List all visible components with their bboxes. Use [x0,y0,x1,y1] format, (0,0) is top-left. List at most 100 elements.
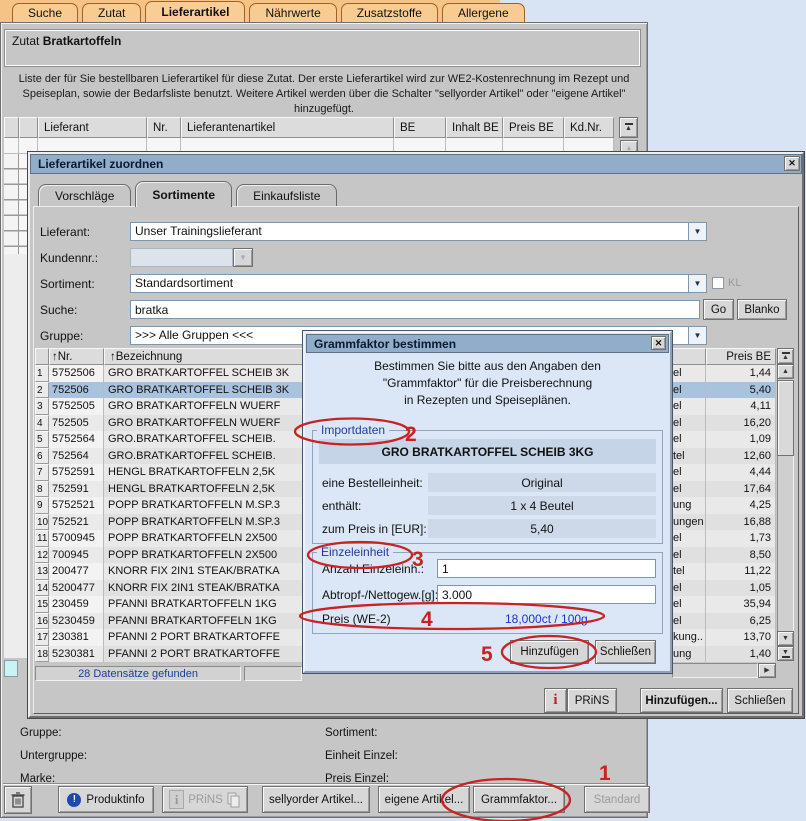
scroll-right-icon[interactable]: ▶ [758,663,776,678]
cell-nr[interactable]: 752564 [49,448,104,465]
scroll-to-top-icon[interactable]: ▲ [777,348,794,364]
cell-nr[interactable]: 752591 [49,481,104,498]
row-number[interactable]: 15 [35,596,49,613]
eigene-artikel-button[interactable]: eigene Artikel... [378,786,470,813]
cell-preis-be[interactable]: 6,25 [706,613,776,630]
row-number[interactable]: 9 [35,497,49,514]
row-number[interactable]: 1 [35,365,49,382]
main-tab[interactable]: Zusatzstoffe [341,3,438,22]
col-kdnr[interactable]: Kd.Nr. [564,117,614,138]
main-tab[interactable]: Zutat [82,3,141,22]
produktinfo-button[interactable]: ! Produktinfo [58,786,154,813]
cell-preis-be[interactable]: 4,44 [706,464,776,481]
kl-checkbox[interactable] [712,277,724,289]
cell-preis-be[interactable]: 1,40 [706,646,776,663]
highlight-cell[interactable] [4,660,18,677]
row-number[interactable]: 4 [35,415,49,432]
row-number[interactable]: 5 [35,431,49,448]
col-lieferantenartikel[interactable]: Lieferantenartikel [181,117,394,138]
assign-tab[interactable]: Sortimente [135,181,232,207]
lieferant-combo[interactable]: Unser Trainingslieferant ▼ [130,222,707,241]
cell-nr[interactable]: 5700945 [49,530,104,547]
cell-nr[interactable]: 5752564 [49,431,104,448]
grammfaktor-button[interactable]: Grammfaktor... [473,786,565,813]
scrollbar-thumb[interactable] [777,380,794,456]
cell-preis-be[interactable]: 5,40 [706,382,776,399]
gewicht-input[interactable] [437,585,656,604]
cell-nr[interactable]: 700945 [49,547,104,564]
cell-nr[interactable]: 5230459 [49,613,104,630]
anzahl-input[interactable] [437,559,656,578]
row-number[interactable]: 13 [35,563,49,580]
scroll-down-icon[interactable]: ▼ [777,631,794,646]
prins-info-button[interactable]: i [544,688,567,713]
cell-preis-be[interactable]: 8,50 [706,547,776,564]
cell-preis-be[interactable]: 35,94 [706,596,776,613]
cell-nr[interactable]: 5752505 [49,398,104,415]
gram-close-icon[interactable]: ✕ [651,336,666,350]
main-tab[interactable]: Allergene [442,3,525,22]
header-preis-be[interactable]: Preis BE [706,348,776,365]
cell-nr[interactable]: 752521 [49,514,104,531]
suche-input[interactable] [130,300,700,319]
row-number[interactable]: 16 [35,613,49,630]
row-number[interactable]: 18 [35,646,49,663]
cell-preis-be[interactable]: 1,44 [706,365,776,382]
cell-preis-be[interactable]: 13,70 [706,629,776,646]
cell-preis-be[interactable]: 12,60 [706,448,776,465]
row-number[interactable]: 12 [35,547,49,564]
scroll-to-end-icon[interactable]: ▼ [777,646,794,661]
blanko-button[interactable]: Blanko [737,299,787,320]
kundennr-drop-icon[interactable]: ▼ [233,248,253,267]
cell-nr[interactable]: 752506 [49,382,104,399]
gram-hinzufuegen-button[interactable]: Hinzufügen [510,640,589,664]
prins-button[interactable]: PRiNS [567,688,617,713]
prins-button-main[interactable]: i PRiNS [162,786,248,813]
gram-dialog-titlebar[interactable]: Grammfaktor bestimmen [306,334,669,353]
cell-nr[interactable]: 5752591 [49,464,104,481]
cell-preis-be[interactable]: 16,20 [706,415,776,432]
col-be[interactable]: BE [394,117,446,138]
assign-close-icon[interactable]: ✕ [784,156,800,171]
row-number[interactable]: 11 [35,530,49,547]
cell-preis-be[interactable]: 11,22 [706,563,776,580]
cell-preis-be[interactable]: 1,05 [706,580,776,597]
col-preis-be[interactable]: Preis BE [503,117,564,138]
row-number[interactable]: 14 [35,580,49,597]
go-button[interactable]: Go [703,299,734,320]
kundennr-combo[interactable] [130,248,233,267]
gram-schliessen-button[interactable]: Schließen [595,640,656,664]
delete-button[interactable] [4,786,32,814]
assign-dialog-titlebar[interactable]: Lieferartikel zuordnen [30,154,802,174]
schliessen-dialog-button[interactable]: Schließen [727,688,793,713]
assign-tab[interactable]: Vorschläge [38,184,131,207]
cell-preis-be[interactable]: 16,88 [706,514,776,531]
cell-preis-be[interactable]: 4,25 [706,497,776,514]
scroll-to-top-icon[interactable]: ▲ [619,117,638,138]
cell-preis-be[interactable]: 1,73 [706,530,776,547]
row-number[interactable]: 2 [35,382,49,399]
scroll-up-icon[interactable]: ▲ [777,364,794,379]
cell-preis-be[interactable]: 4,11 [706,398,776,415]
cell-nr[interactable]: 200477 [49,563,104,580]
col-nr[interactable]: Nr. [147,117,181,138]
chevron-down-icon[interactable]: ▼ [688,327,706,344]
sortiment-combo[interactable]: Standardsortiment ▼ [130,274,707,293]
assign-tab[interactable]: Einkaufsliste [236,184,337,207]
hinzufuegen-dialog-button[interactable]: Hinzufügen... [640,688,723,713]
chevron-down-icon[interactable]: ▼ [688,275,706,292]
main-tab[interactable]: Nährwerte [249,3,336,22]
main-tab[interactable]: Lieferartikel [145,1,245,22]
cell-nr[interactable]: 5752521 [49,497,104,514]
cell-preis-be[interactable]: 1,09 [706,431,776,448]
row-number[interactable]: 17 [35,629,49,646]
col-inhalt-be[interactable]: Inhalt BE [446,117,503,138]
cell-nr[interactable]: 5752506 [49,365,104,382]
cell-nr[interactable]: 5230381 [49,646,104,663]
header-nr[interactable]: ↑Nr. [49,348,104,365]
cell-nr[interactable]: 230459 [49,596,104,613]
cell-nr[interactable]: 5200477 [49,580,104,597]
row-number[interactable]: 3 [35,398,49,415]
row-number[interactable]: 6 [35,448,49,465]
main-tab[interactable]: Suche [12,3,78,22]
